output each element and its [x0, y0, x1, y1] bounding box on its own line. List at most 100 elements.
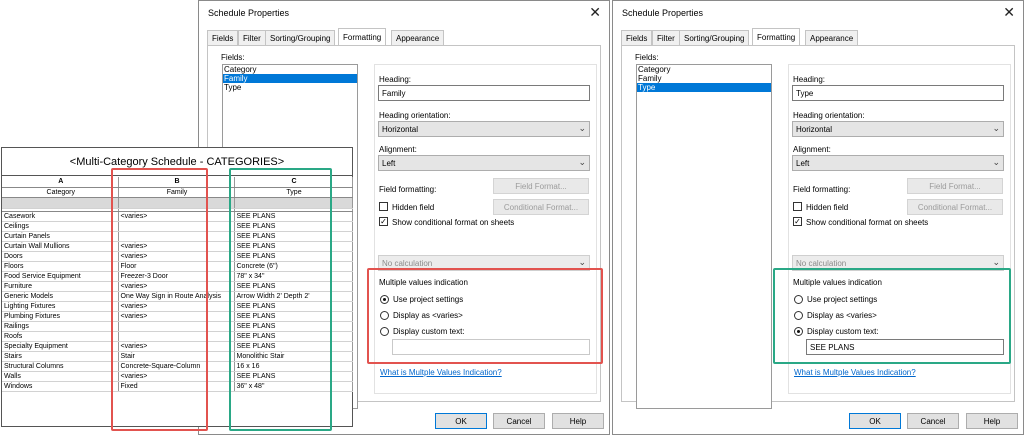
- heading-input[interactable]: Family: [378, 85, 590, 101]
- calculation-select[interactable]: No calculation ⌄: [792, 255, 1004, 271]
- cell-type[interactable]: SEE PLANS: [234, 221, 353, 232]
- heading-orientation-select[interactable]: Horizontal ⌄: [378, 121, 590, 137]
- alignment-select[interactable]: Left ⌄: [792, 155, 1004, 171]
- cell-category[interactable]: Structural Columns: [2, 361, 119, 372]
- table-row[interactable]: Furniture <varies> SEE PLANS: [2, 281, 353, 292]
- table-row[interactable]: Railings SEE PLANS: [2, 321, 353, 332]
- cell-category[interactable]: Specialty Equipment: [2, 341, 119, 352]
- table-row[interactable]: Roofs SEE PLANS: [2, 331, 353, 342]
- cell-family[interactable]: Floor: [118, 261, 235, 272]
- field-format-button[interactable]: Field Format...: [907, 178, 1003, 194]
- cell-type[interactable]: 16 x 16: [234, 361, 353, 372]
- cell-family[interactable]: Freezer-3 Door: [118, 271, 235, 282]
- cell-type[interactable]: SEE PLANS: [234, 311, 353, 322]
- hidden-field-checkbox[interactable]: [793, 202, 802, 211]
- cell-type[interactable]: Monolithic Stair: [234, 351, 353, 362]
- cancel-button[interactable]: Cancel: [493, 413, 545, 429]
- table-row[interactable]: Floors Floor Concrete (6"): [2, 261, 353, 272]
- field-item-category[interactable]: Category: [637, 65, 771, 74]
- display-varies-radio[interactable]: [380, 311, 389, 320]
- conditional-format-button[interactable]: Conditional Format...: [907, 199, 1003, 215]
- display-custom-text-radio[interactable]: [380, 327, 389, 336]
- tab-sorting-grouping[interactable]: Sorting/Grouping: [265, 30, 336, 45]
- cell-category[interactable]: Plumbing Fixtures: [2, 311, 119, 322]
- cell-family[interactable]: Concrete-Square-Column: [118, 361, 235, 372]
- cell-family[interactable]: [118, 331, 235, 342]
- fields-list[interactable]: Category Family Type: [636, 64, 772, 409]
- custom-text-input[interactable]: SEE PLANS: [806, 339, 1004, 355]
- table-row[interactable]: Windows Fixed 36" x 48": [2, 381, 353, 392]
- cell-type[interactable]: SEE PLANS: [234, 371, 353, 382]
- cell-family[interactable]: <varies>: [118, 251, 235, 262]
- cell-type[interactable]: SEE PLANS: [234, 331, 353, 342]
- cell-type[interactable]: SEE PLANS: [234, 341, 353, 352]
- custom-text-input[interactable]: [392, 339, 590, 355]
- table-row[interactable]: Casework <varies> SEE PLANS: [2, 211, 353, 222]
- cell-category[interactable]: Ceilings: [2, 221, 119, 232]
- multiple-values-help-link[interactable]: What is Multple Values Indication?: [794, 368, 916, 377]
- tab-appearance[interactable]: Appearance: [391, 30, 445, 45]
- tab-sorting-grouping[interactable]: Sorting/Grouping: [679, 30, 750, 45]
- cell-type[interactable]: SEE PLANS: [234, 241, 353, 252]
- table-row[interactable]: Doors <varies> SEE PLANS: [2, 251, 353, 262]
- heading-orientation-select[interactable]: Horizontal ⌄: [792, 121, 1004, 137]
- cell-family[interactable]: <varies>: [118, 281, 235, 292]
- use-project-settings-radio[interactable]: [794, 295, 803, 304]
- table-row[interactable]: Stairs Stair Monolithic Stair: [2, 351, 353, 362]
- table-row[interactable]: Walls <varies> SEE PLANS: [2, 371, 353, 382]
- table-row[interactable]: Curtain Wall Mullions <varies> SEE PLANS: [2, 241, 353, 252]
- close-icon[interactable]: ✕: [589, 4, 601, 21]
- table-row[interactable]: Plumbing Fixtures <varies> SEE PLANS: [2, 311, 353, 322]
- field-format-button[interactable]: Field Format...: [493, 178, 589, 194]
- display-varies-radio[interactable]: [794, 311, 803, 320]
- cell-category[interactable]: Furniture: [2, 281, 119, 292]
- cell-family[interactable]: [118, 231, 235, 242]
- help-button[interactable]: Help: [552, 413, 604, 429]
- cell-category[interactable]: Curtain Panels: [2, 231, 119, 242]
- cell-family[interactable]: <varies>: [118, 241, 235, 252]
- heading-input[interactable]: Type: [792, 85, 1004, 101]
- cell-category[interactable]: Floors: [2, 261, 119, 272]
- tab-fields[interactable]: Fields: [621, 30, 653, 45]
- cell-category[interactable]: Windows: [2, 381, 119, 392]
- cell-category[interactable]: Doors: [2, 251, 119, 262]
- close-icon[interactable]: ✕: [1003, 4, 1015, 21]
- column-letter[interactable]: C: [234, 177, 353, 188]
- table-row[interactable]: Specialty Equipment <varies> SEE PLANS: [2, 341, 353, 352]
- table-row[interactable]: Ceilings SEE PLANS: [2, 221, 353, 232]
- tab-fields[interactable]: Fields: [207, 30, 239, 45]
- cell-type[interactable]: 78" x 34": [234, 271, 353, 282]
- field-item-type[interactable]: Type: [223, 83, 357, 92]
- tab-formatting[interactable]: Formatting: [752, 28, 801, 45]
- use-project-settings-radio[interactable]: [380, 295, 389, 304]
- help-button[interactable]: Help: [966, 413, 1018, 429]
- cell-family[interactable]: Stair: [118, 351, 235, 362]
- cell-family[interactable]: [118, 321, 235, 332]
- cell-family[interactable]: <varies>: [118, 371, 235, 382]
- conditional-format-button[interactable]: Conditional Format...: [493, 199, 589, 215]
- cell-type[interactable]: SEE PLANS: [234, 251, 353, 262]
- cell-category[interactable]: Walls: [2, 371, 119, 382]
- cell-family[interactable]: <varies>: [118, 211, 235, 222]
- cell-type[interactable]: SEE PLANS: [234, 301, 353, 312]
- cell-category[interactable]: Lighting Fixtures: [2, 301, 119, 312]
- cell-type[interactable]: Concrete (6"): [234, 261, 353, 272]
- tab-filter[interactable]: Filter: [238, 30, 266, 45]
- show-conditional-checkbox[interactable]: ✓: [793, 217, 802, 226]
- table-row[interactable]: Lighting Fixtures <varies> SEE PLANS: [2, 301, 353, 312]
- table-row[interactable]: Curtain Panels SEE PLANS: [2, 231, 353, 242]
- field-item-category[interactable]: Category: [223, 65, 357, 74]
- cell-type[interactable]: SEE PLANS: [234, 231, 353, 242]
- column-header-category[interactable]: Category: [2, 187, 119, 198]
- tab-formatting[interactable]: Formatting: [338, 28, 387, 45]
- cell-family[interactable]: One Way Sign in Route Analysis: [118, 291, 235, 302]
- calculation-select[interactable]: No calculation ⌄: [378, 255, 590, 271]
- cell-family[interactable]: <varies>: [118, 341, 235, 352]
- cell-category[interactable]: Generic Models: [2, 291, 119, 302]
- cell-category[interactable]: Railings: [2, 321, 119, 332]
- field-item-type[interactable]: Type: [637, 83, 771, 92]
- tab-appearance[interactable]: Appearance: [805, 30, 859, 45]
- column-letter[interactable]: A: [2, 177, 119, 188]
- cell-category[interactable]: Casework: [2, 211, 119, 222]
- show-conditional-checkbox[interactable]: ✓: [379, 217, 388, 226]
